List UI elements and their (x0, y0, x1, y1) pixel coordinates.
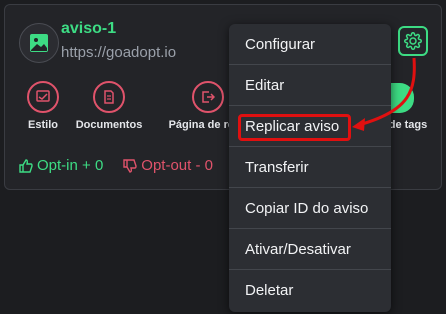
site-name[interactable]: aviso-1 (61, 20, 116, 38)
context-menu: Configurar Editar Replicar aviso Transfe… (229, 24, 391, 312)
menu-item-transferir[interactable]: Transferir (229, 147, 391, 188)
image-icon (30, 34, 48, 52)
menu-item-editar[interactable]: Editar (229, 65, 391, 106)
optin-stat: Opt-in + 0 (19, 157, 103, 174)
menu-item-copiar-id[interactable]: Copiar ID do aviso (229, 188, 391, 229)
stats: Opt-in + 0 Opt-out - 0 (19, 157, 213, 174)
document-icon (104, 90, 114, 104)
menu-item-ativar-desativar[interactable]: Ativar/Desativar (229, 229, 391, 270)
tags-action-indicator (388, 83, 414, 113)
annotation-highlight-box (238, 114, 351, 141)
menu-item-deletar[interactable]: Deletar (229, 270, 391, 311)
thumbs-up-icon (19, 158, 33, 173)
exit-page-icon (202, 91, 215, 103)
avatar (19, 23, 59, 63)
menu-item-configurar[interactable]: Configurar (229, 24, 391, 65)
site-url[interactable]: https://goadopt.io (61, 44, 176, 61)
optout-label: Opt-out - 0 (141, 157, 213, 174)
style-icon (36, 90, 50, 102)
action-documents-label: Documentos (75, 119, 143, 131)
settings-button[interactable] (398, 26, 428, 56)
action-tags-label: de tags (388, 119, 428, 131)
optin-label: Opt-in + 0 (37, 157, 104, 174)
gear-icon (404, 32, 422, 50)
thumbs-down-icon (123, 158, 137, 173)
optout-stat: Opt-out - 0 (123, 157, 213, 174)
